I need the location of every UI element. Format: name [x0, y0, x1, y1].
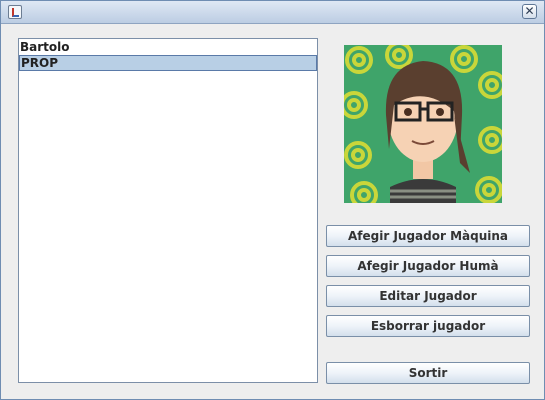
close-button[interactable]: ✕ [522, 4, 537, 19]
add-human-player-button[interactable]: Afegir Jugador Humà [326, 255, 530, 277]
player-avatar-image [344, 45, 502, 203]
title-bar[interactable]: ✕ [1, 1, 544, 24]
edit-player-button[interactable]: Editar Jugador [326, 285, 530, 307]
java-app-icon [8, 5, 22, 19]
list-item-selected[interactable]: PROP [19, 55, 317, 71]
exit-button[interactable]: Sortir [326, 362, 530, 384]
delete-player-button[interactable]: Esborrar jugador [326, 315, 530, 337]
player-manager-window: ✕ Bartolo PROP Afegir Jugador Màquina Af… [0, 0, 545, 400]
add-machine-player-button[interactable]: Afegir Jugador Màquina [326, 225, 530, 247]
list-item[interactable]: Bartolo [19, 39, 317, 55]
close-icon: ✕ [524, 4, 535, 18]
player-list[interactable]: Bartolo PROP [18, 38, 318, 383]
